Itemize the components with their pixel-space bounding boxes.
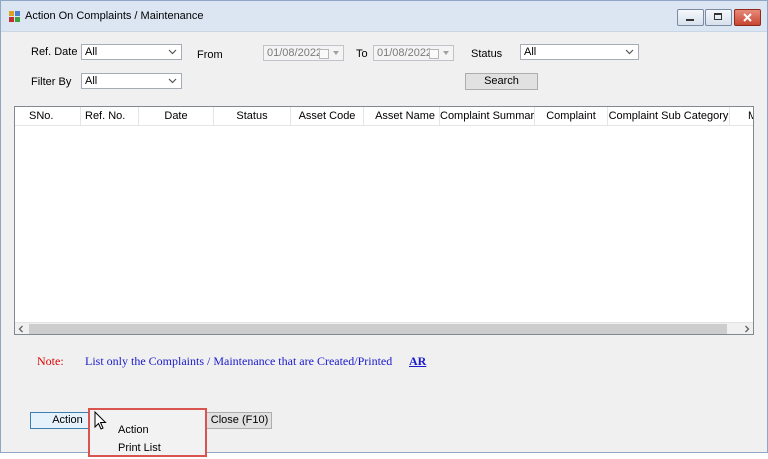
maximize-icon: [714, 13, 722, 20]
menu-item-action[interactable]: Action: [118, 424, 149, 436]
from-date-value: 01/08/2022: [267, 47, 323, 59]
window-title: Action On Complaints / Maintenance: [25, 10, 204, 22]
column-header-asset-code[interactable]: Asset Code: [291, 107, 364, 125]
column-header-date[interactable]: Date: [139, 107, 214, 125]
scrollbar-thumb[interactable]: [29, 324, 727, 334]
app-icon: [9, 11, 20, 22]
app-window: Action On Complaints / Maintenance Ref. …: [0, 0, 768, 453]
minimize-icon: [686, 19, 694, 21]
column-header-complaint-summary[interactable]: Complaint Summary: [440, 107, 535, 125]
complaints-grid[interactable]: SNo. Ref. No. Date Status Asset Code Ass…: [14, 106, 754, 335]
chevron-down-icon: [625, 49, 634, 55]
scroll-right-icon[interactable]: [741, 323, 753, 335]
search-button[interactable]: Search: [465, 73, 538, 90]
ref-date-value: All: [85, 46, 98, 58]
column-header-status[interactable]: Status: [214, 107, 291, 125]
filter-by-label: Filter By: [31, 76, 72, 88]
scroll-left-icon[interactable]: [15, 323, 27, 335]
from-date-picker[interactable]: 01/08/2022: [263, 45, 344, 61]
column-header-asset-name[interactable]: Asset Name: [364, 107, 440, 125]
close-window-button[interactable]: [734, 9, 761, 26]
ar-link[interactable]: AR: [409, 354, 426, 369]
dropdown-arrow-icon: [333, 51, 339, 55]
chevron-down-icon: [168, 49, 177, 55]
menu-item-print-list[interactable]: Print List: [118, 442, 161, 454]
status-value: All: [524, 46, 537, 58]
column-header-complaint[interactable]: Complaint: [535, 107, 608, 125]
chevron-down-icon: [168, 78, 177, 84]
column-header-ref-no[interactable]: Ref. No.: [81, 107, 139, 125]
dropdown-arrow-icon: [443, 51, 449, 55]
calendar-icon: [429, 49, 439, 59]
column-header-complaint-sub-category[interactable]: Complaint Sub Category: [608, 107, 730, 125]
ref-date-label: Ref. Date: [31, 46, 78, 58]
horizontal-scrollbar[interactable]: [15, 322, 753, 335]
filter-by-value: All: [85, 75, 98, 87]
ref-date-select[interactable]: All: [81, 44, 182, 60]
close-icon: [743, 13, 752, 22]
filter-by-select[interactable]: All: [81, 73, 182, 89]
minimize-button[interactable]: [677, 9, 704, 26]
calendar-icon: [319, 49, 329, 59]
to-date-value: 01/08/2022: [377, 47, 433, 59]
column-header-sno[interactable]: SNo.: [15, 107, 81, 125]
close-f10-button[interactable]: Close (F10): [197, 412, 272, 429]
title-bar: Action On Complaints / Maintenance: [1, 1, 767, 32]
grid-header: SNo. Ref. No. Date Status Asset Code Ass…: [15, 107, 753, 126]
from-label: From: [197, 49, 223, 61]
maximize-button[interactable]: [705, 9, 732, 26]
note-text: List only the Complaints / Maintenance t…: [85, 354, 393, 368]
to-date-picker[interactable]: 01/08/2022: [373, 45, 454, 61]
note-label: Note:: [37, 354, 64, 368]
mouse-cursor-icon: [94, 411, 107, 430]
to-label: To: [356, 48, 368, 60]
column-header-more[interactable]: M: [730, 107, 753, 125]
status-label: Status: [471, 48, 503, 60]
status-select[interactable]: All: [520, 44, 639, 60]
